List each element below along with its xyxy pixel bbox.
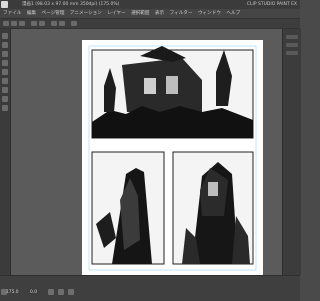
- tool-palette: [0, 29, 11, 275]
- app-icon: [1, 1, 8, 8]
- menu-bar: ファイル 編集 ページ管理 アニメーション レイヤー 選択範囲 表示 フィルター…: [0, 9, 300, 18]
- transform-icon[interactable]: [59, 21, 65, 26]
- menu-animation[interactable]: アニメーション: [70, 11, 102, 16]
- save-icon[interactable]: [19, 21, 25, 26]
- menu-filter[interactable]: フィルター: [170, 11, 193, 16]
- manga-page[interactable]: [82, 40, 263, 276]
- fit-icon[interactable]: [68, 289, 74, 295]
- clear-icon[interactable]: [51, 21, 57, 26]
- canvas-area[interactable]: [11, 29, 282, 276]
- pen-tool-icon[interactable]: [2, 60, 8, 66]
- flip-icon[interactable]: [58, 289, 64, 295]
- window-title: 漫画1 (98.03 x 97.00 mm 350dpi) (175.0%): [22, 2, 120, 7]
- menu-edit[interactable]: 編集: [27, 11, 36, 16]
- menu-window[interactable]: ウィンドウ: [198, 11, 221, 16]
- status-bar: 175.0 0.0: [0, 275, 300, 301]
- rotation-angle[interactable]: 0.0: [30, 290, 37, 295]
- panel-tab[interactable]: [286, 51, 298, 55]
- move-tool-icon[interactable]: [2, 42, 8, 48]
- zoom-level[interactable]: 175.0: [6, 290, 19, 295]
- layer-panel: [282, 29, 301, 275]
- deselect-icon[interactable]: [71, 21, 77, 26]
- title-bar: 漫画1 (98.03 x 97.00 mm 350dpi) (175.0%) C…: [0, 0, 300, 9]
- panel-tab[interactable]: [286, 35, 298, 39]
- app-name: CLIP STUDIO PAINT EX: [246, 2, 297, 7]
- open-icon[interactable]: [11, 21, 17, 26]
- text-tool-icon[interactable]: [2, 96, 8, 102]
- manga-artwork: [82, 40, 263, 276]
- menu-help[interactable]: ヘルプ: [226, 11, 240, 16]
- brush-tool-icon[interactable]: [2, 69, 8, 75]
- rotate-icon[interactable]: [48, 289, 54, 295]
- menu-view[interactable]: 表示: [155, 11, 164, 16]
- command-bar: [0, 18, 300, 29]
- menu-layer[interactable]: レイヤー: [107, 11, 125, 16]
- undo-icon[interactable]: [31, 21, 37, 26]
- menu-selection[interactable]: 選択範囲: [131, 11, 149, 16]
- fill-tool-icon[interactable]: [2, 87, 8, 93]
- panel-tab[interactable]: [286, 43, 298, 47]
- new-icon[interactable]: [3, 21, 9, 26]
- menu-file[interactable]: ファイル: [3, 11, 21, 16]
- menu-page[interactable]: ページ管理: [42, 11, 65, 16]
- zoom-tool-icon[interactable]: [2, 33, 8, 39]
- selection-tool-icon[interactable]: [2, 51, 8, 57]
- redo-icon[interactable]: [39, 21, 45, 26]
- eraser-tool-icon[interactable]: [2, 78, 8, 84]
- frame-tool-icon[interactable]: [2, 105, 8, 111]
